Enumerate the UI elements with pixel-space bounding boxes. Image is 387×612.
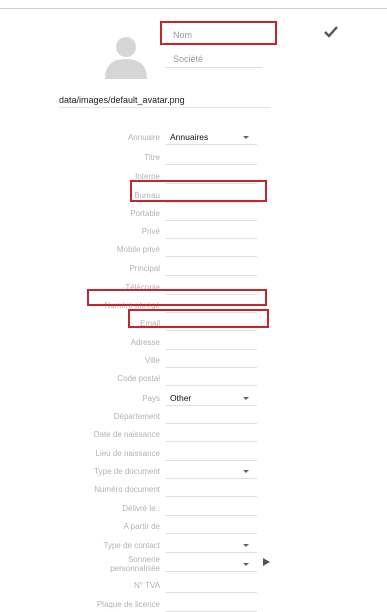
field-input[interactable] — [166, 150, 257, 165]
field-input[interactable] — [166, 242, 257, 257]
field-input[interactable] — [166, 371, 257, 386]
field-row-lieu-de-naissance: Lieu de naissance — [0, 446, 387, 461]
field-input[interactable] — [166, 519, 257, 534]
field-row-type-de-contact: Type de contact — [0, 538, 387, 553]
field-label: Type de contact — [103, 541, 160, 550]
play-icon[interactable] — [263, 558, 270, 566]
company-input[interactable]: Société — [166, 51, 262, 68]
field-row-departement: Département — [0, 409, 387, 424]
field-row-pays: Pays Other — [0, 391, 387, 406]
field-input[interactable] — [166, 501, 257, 516]
field-row-principal: Principal — [0, 261, 387, 276]
highlight-email — [128, 309, 269, 328]
field-label: Ville — [145, 356, 160, 365]
field-value: Annuaires — [170, 132, 209, 142]
field-row-annuaire: Annuaire Annuaires — [0, 130, 387, 145]
field-label: Numéro document — [94, 485, 160, 494]
field-select[interactable] — [166, 557, 257, 572]
field-input[interactable] — [166, 427, 257, 442]
field-select[interactable]: Other — [166, 391, 257, 406]
chevron-down-icon — [243, 544, 249, 547]
field-label: Sonnerie personnalisée — [110, 555, 160, 573]
field-select[interactable] — [166, 538, 257, 553]
field-label: Date de naissance — [93, 430, 160, 439]
field-input[interactable] — [166, 482, 257, 497]
field-row-type-de-document: Type de document — [0, 464, 387, 479]
field-input[interactable] — [166, 409, 257, 424]
field-row-date-de-naissance: Date de naissance — [0, 427, 387, 442]
avatar-icon — [105, 37, 147, 79]
top-divider — [0, 8, 387, 9]
highlight-name — [160, 21, 277, 45]
field-label: Type de document — [94, 467, 160, 476]
field-label: Portable — [130, 209, 160, 218]
field-label: N° TVA — [133, 581, 160, 590]
field-row-portable: Portable — [0, 206, 387, 221]
field-label: Département — [113, 412, 160, 421]
field-label: Privé — [141, 227, 160, 236]
field-label: A partir de — [123, 522, 160, 531]
field-label: Lieu de naissance — [95, 449, 161, 458]
field-label: Délivré le : — [122, 504, 160, 513]
field-label: Annuaire — [127, 133, 160, 142]
field-label: Adresse — [130, 338, 160, 347]
field-input[interactable] — [166, 446, 257, 461]
field-label: Pays — [142, 394, 160, 403]
chevron-down-icon — [243, 136, 249, 139]
field-label: Titre — [144, 153, 160, 162]
field-row-code-postal: Code postal — [0, 371, 387, 386]
field-input[interactable] — [166, 261, 257, 276]
field-input[interactable] — [166, 353, 257, 368]
field-row-n-tva: N° TVA — [0, 578, 387, 593]
field-row-sonnerie-personnalisee: Sonnerie personnalisée — [0, 555, 387, 573]
field-row-prive: Privé — [0, 224, 387, 239]
field-row-ville: Ville — [0, 353, 387, 368]
field-input[interactable] — [166, 335, 257, 350]
field-row-mobile-prive: Mobile privé — [0, 242, 387, 257]
field-row-numero-document: Numéro document — [0, 482, 387, 497]
field-row-titre: Titre — [0, 150, 387, 165]
field-input[interactable] — [166, 206, 257, 221]
chevron-down-icon — [243, 563, 249, 566]
highlight-numero-abrege — [87, 289, 267, 306]
chevron-down-icon — [243, 470, 249, 473]
field-value: Other — [170, 393, 192, 403]
field-label: Mobile privé — [116, 245, 160, 254]
field-row-adresse: Adresse — [0, 335, 387, 350]
highlight-bureau — [130, 180, 267, 202]
field-select[interactable]: Annuaires — [166, 130, 257, 145]
field-label: Principal — [129, 264, 160, 273]
field-row-a-partir-de: A partir de — [0, 519, 387, 534]
field-input[interactable] — [166, 578, 257, 593]
field-input[interactable] — [166, 224, 257, 239]
chevron-down-icon — [243, 397, 249, 400]
check-icon[interactable] — [324, 26, 338, 38]
field-label: Code postal — [117, 374, 160, 383]
avatar-path: data/images/default_avatar.png — [59, 94, 271, 108]
field-select[interactable] — [166, 464, 257, 479]
field-row-delivre-le: Délivré le : — [0, 501, 387, 516]
